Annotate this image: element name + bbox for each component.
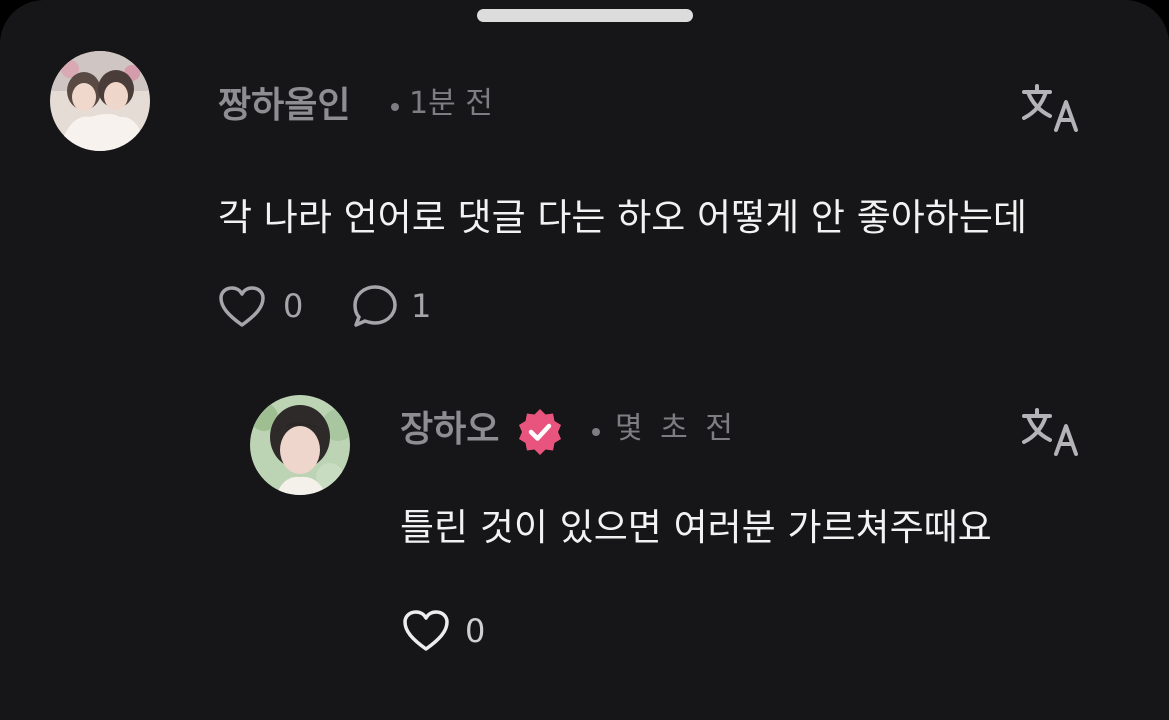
- reply-count: 1: [411, 287, 432, 325]
- comment-sheet: 짱하올인 1분 전 각 나라 언어로 댓글 다는 하오 어떻게 안 좋아하는데 …: [0, 0, 1169, 720]
- meta-separator-dot: [592, 428, 600, 436]
- comment-text: 각 나라 언어로 댓글 다는 하오 어떻게 안 좋아하는데: [218, 196, 1027, 239]
- reply-author-avatar[interactable]: [250, 395, 350, 495]
- sheet-drag-handle[interactable]: [477, 9, 693, 22]
- comment-timestamp: 1분 전: [409, 86, 493, 121]
- like-count: 0: [465, 612, 486, 650]
- comment-icon[interactable]: [352, 284, 398, 328]
- translate-icon[interactable]: [1020, 82, 1084, 134]
- reply-text: 틀린 것이 있으면 여러분 가르쳐주때요: [400, 506, 992, 549]
- reply-author-username[interactable]: 장하오: [400, 412, 499, 448]
- commenter-avatar[interactable]: [50, 51, 150, 151]
- verified-badge-icon: [515, 407, 565, 457]
- meta-separator-dot: [391, 103, 399, 111]
- commenter-username[interactable]: 짱하올인: [218, 88, 350, 124]
- heart-icon[interactable]: [402, 609, 450, 653]
- like-count: 0: [283, 287, 304, 325]
- heart-icon[interactable]: [218, 285, 266, 329]
- translate-icon[interactable]: [1020, 406, 1084, 458]
- reply-timestamp: 몇 초 전: [615, 411, 737, 446]
